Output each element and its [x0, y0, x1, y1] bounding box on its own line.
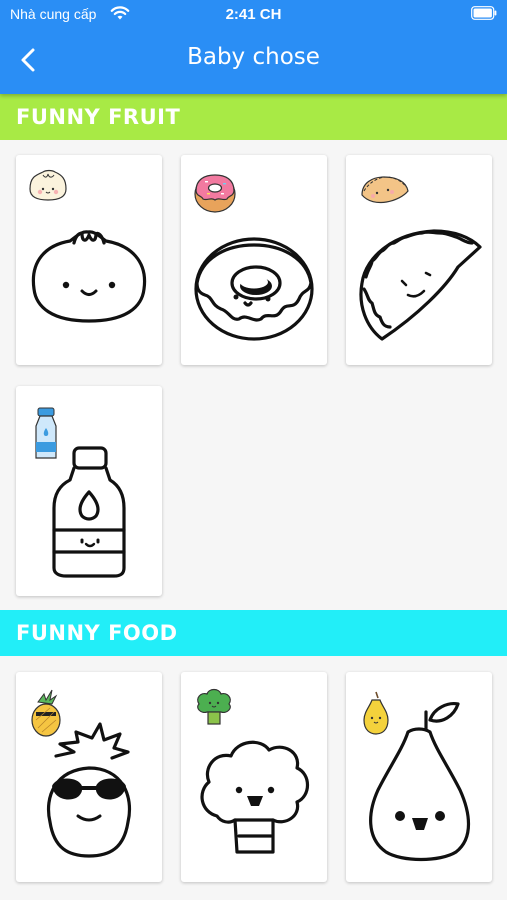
card-donut[interactable] [181, 155, 327, 365]
donut-outline [194, 237, 314, 341]
pineapple-image [31, 689, 132, 858]
bao-bun-thumbnail [29, 169, 67, 201]
card-bao-bun[interactable] [16, 155, 162, 365]
status-bar: Nhà cung cấp 2:41 CH [0, 0, 507, 28]
section-header-funny-fruit: FUNNY FRUIT [0, 94, 507, 140]
heart-sunglasses-icon [52, 778, 126, 800]
app-bar: Nhà cung cấp 2:41 CH Baby chose [0, 0, 507, 94]
pear-thumbnail [363, 691, 389, 735]
battery-icon [471, 6, 497, 20]
status-time: 2:41 CH [225, 6, 282, 23]
bao-bun-image [29, 169, 147, 323]
section-header-funny-food: FUNNY FOOD [0, 610, 507, 656]
card-pineapple[interactable] [16, 672, 162, 882]
card-broccoli[interactable] [181, 672, 327, 882]
bao-bun-outline [31, 230, 147, 323]
card-dumpling[interactable] [346, 155, 492, 365]
donut-image [194, 174, 314, 341]
broccoli-image [197, 688, 310, 854]
water-bottle-image [35, 407, 126, 578]
card-water-bottle[interactable] [16, 386, 162, 596]
card-pear[interactable] [346, 672, 492, 882]
pear-image [363, 691, 470, 862]
page-title: Baby chose [187, 44, 320, 70]
donut-thumbnail [194, 174, 236, 213]
water-bottle-outline [52, 446, 126, 578]
water-bottle-thumbnail [35, 407, 57, 459]
dumpling-outline [359, 229, 482, 341]
dumpling-thumbnail [361, 176, 409, 204]
dumpling-image [359, 176, 482, 341]
pineapple-thumbnail [31, 689, 61, 737]
broccoli-thumbnail [197, 688, 231, 725]
